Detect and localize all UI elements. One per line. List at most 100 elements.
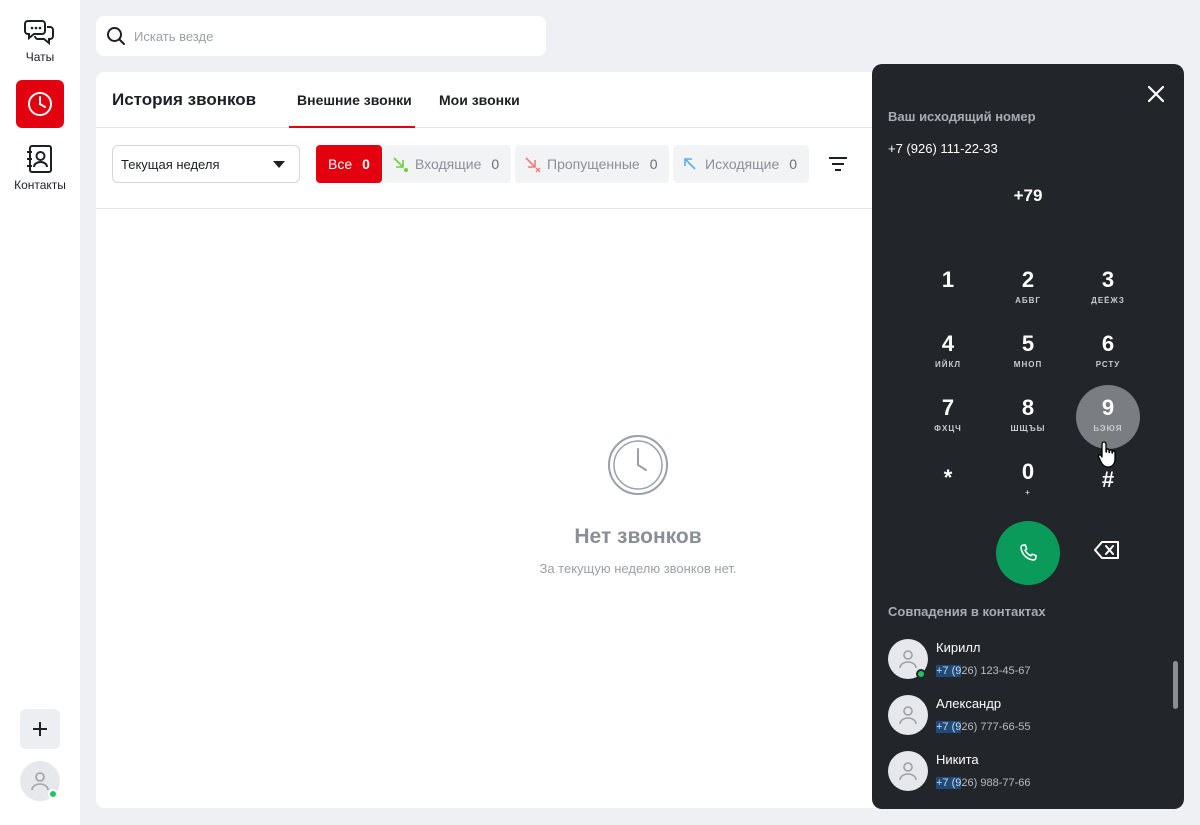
key-digit: 7 [941,395,955,420]
global-search[interactable]: Искать везде [96,16,546,56]
key-8[interactable]: 8 ШЩЪЫ [996,385,1060,449]
user-avatar[interactable] [20,761,60,801]
key-digit: 0 [1021,459,1035,484]
key-digit: 5 [1021,331,1035,356]
tab-external-calls[interactable]: Внешние звонки [297,92,412,108]
caret-down-icon [273,161,285,168]
key-3[interactable]: 3 ДЕЁЖЗ [1076,257,1140,321]
filter-incoming[interactable]: Входящие 0 [383,145,512,183]
phone-rest: 26) 777-66-55 [961,721,1031,733]
online-indicator [48,789,58,799]
filter-missed-label: Пропущенные [547,156,640,172]
filter-all-count: 0 [362,156,370,172]
backspace-icon[interactable] [1094,541,1120,559]
contact-matches-title: Совпадения в контактах [888,604,1046,619]
search-input[interactable]: Искать везде [134,29,213,44]
key-digit: 2 [1021,267,1035,292]
key-digit: 9 [1101,395,1115,420]
filter-all[interactable]: Все 0 [316,145,382,183]
contact-phone: +7 (926) 123-45-67 [936,665,1031,677]
key-letters: АБВГ [1015,296,1041,305]
empty-subtitle: За текущую неделю звонков нет. [539,561,737,576]
nav-contacts[interactable]: Контакты [0,144,80,192]
clock-icon [608,435,668,495]
nav-call-history[interactable] [16,80,64,128]
outgoing-number-label: Ваш исходящий номер [888,109,1036,124]
contact-phone: +7 (926) 988-77-66 [936,777,1031,789]
filter-outgoing[interactable]: Исходящие 0 [673,145,810,183]
user-icon [899,762,917,781]
phone-match-highlight: +7 (9 [936,721,962,733]
key-7[interactable]: 7 ФХЦЧ [916,385,980,449]
phone-match-highlight: +7 (9 [936,777,962,789]
hand-cursor-icon [1097,441,1116,468]
nav-chats-label: Чаты [25,50,55,64]
close-icon[interactable] [1146,84,1166,104]
user-icon [899,706,917,725]
key-0[interactable]: 0 + [996,449,1060,513]
scrollbar[interactable] [1173,661,1178,709]
empty-title: Нет звонков [574,525,702,548]
plus-icon [33,722,47,736]
online-indicator [916,669,926,679]
chats-icon [24,20,54,46]
key-2[interactable]: 2 АБВГ [996,257,1060,321]
phone-icon [1020,544,1037,561]
add-button[interactable] [20,709,60,749]
incoming-arrow-icon [393,157,408,172]
filter-incoming-label: Входящие [415,156,482,172]
contact-item-aleksandr[interactable]: Александр +7 (926) 777-66-55 [888,695,1168,739]
clock-icon [28,92,52,116]
key-digit: # [1101,467,1115,492]
key-letters: ФХЦЧ [934,424,962,433]
call-button[interactable] [996,521,1060,585]
key-1[interactable]: 1 [916,257,980,321]
filter-all-label: Все [328,156,353,172]
outgoing-arrow-icon [684,158,696,170]
key-digit: 4 [941,331,955,356]
outgoing-number[interactable]: +7 (926) 111-22-33 [888,141,998,156]
filter-missed[interactable]: Пропущенные 0 [515,145,670,183]
filter-missed-count: 0 [649,156,658,172]
key-4[interactable]: 4 ИЙКЛ [916,321,980,385]
page-title: История звонков [112,90,257,109]
key-6[interactable]: 6 РСТУ [1076,321,1140,385]
tab-my-calls[interactable]: Мои звонки [439,92,520,108]
key-letters: + [1025,488,1031,497]
key-digit: 3 [1101,267,1115,292]
key-star[interactable]: * [916,449,980,513]
filter-incoming-count: 0 [491,156,500,172]
contact-item-kirill[interactable]: Кирилл +7 (926) 123-45-67 [888,639,1168,683]
avatar [888,695,928,735]
key-digit: 1 [941,267,955,292]
key-letters: ШЩЪЫ [1010,424,1046,433]
key-digit: * [943,465,953,490]
key-letters: РСТУ [1095,360,1121,369]
contacts-icon [27,145,52,173]
empty-state: Нет звонков За текущую неделю звонков не… [438,434,838,576]
period-select[interactable]: Текущая неделя [112,145,300,183]
filter-outgoing-label: Исходящие [705,156,780,172]
key-letters: ИЙКЛ [935,360,961,369]
key-5[interactable]: 5 МНОП [996,321,1060,385]
search-icon [107,27,125,45]
contact-name: Никита [936,752,979,767]
phone-match-highlight: +7 (9 [936,665,962,677]
contact-name: Александр [936,696,1002,711]
contact-item-nikita[interactable]: Никита +7 (926) 988-77-66 [888,751,1168,795]
filter-icon[interactable] [829,157,847,171]
key-letters: ДЕЁЖЗ [1091,296,1125,305]
avatar [888,751,928,791]
nav-chats[interactable]: Чаты [0,18,80,64]
key-digit: 6 [1101,331,1115,356]
filter-outgoing-count: 0 [789,156,798,172]
dialer-panel: Ваш исходящий номер +7 (926) 111-22-33 +… [872,64,1184,809]
user-icon [31,772,49,791]
phone-rest: 26) 123-45-67 [961,665,1031,677]
phone-rest: 26) 988-77-66 [961,777,1031,789]
missed-arrow-icon [525,157,541,173]
nav-contacts-label: Контакты [14,178,66,192]
left-rail: Чаты Контакты [0,0,80,825]
dialed-number-display[interactable]: +79 [872,186,1184,206]
contact-name: Кирилл [936,640,981,655]
